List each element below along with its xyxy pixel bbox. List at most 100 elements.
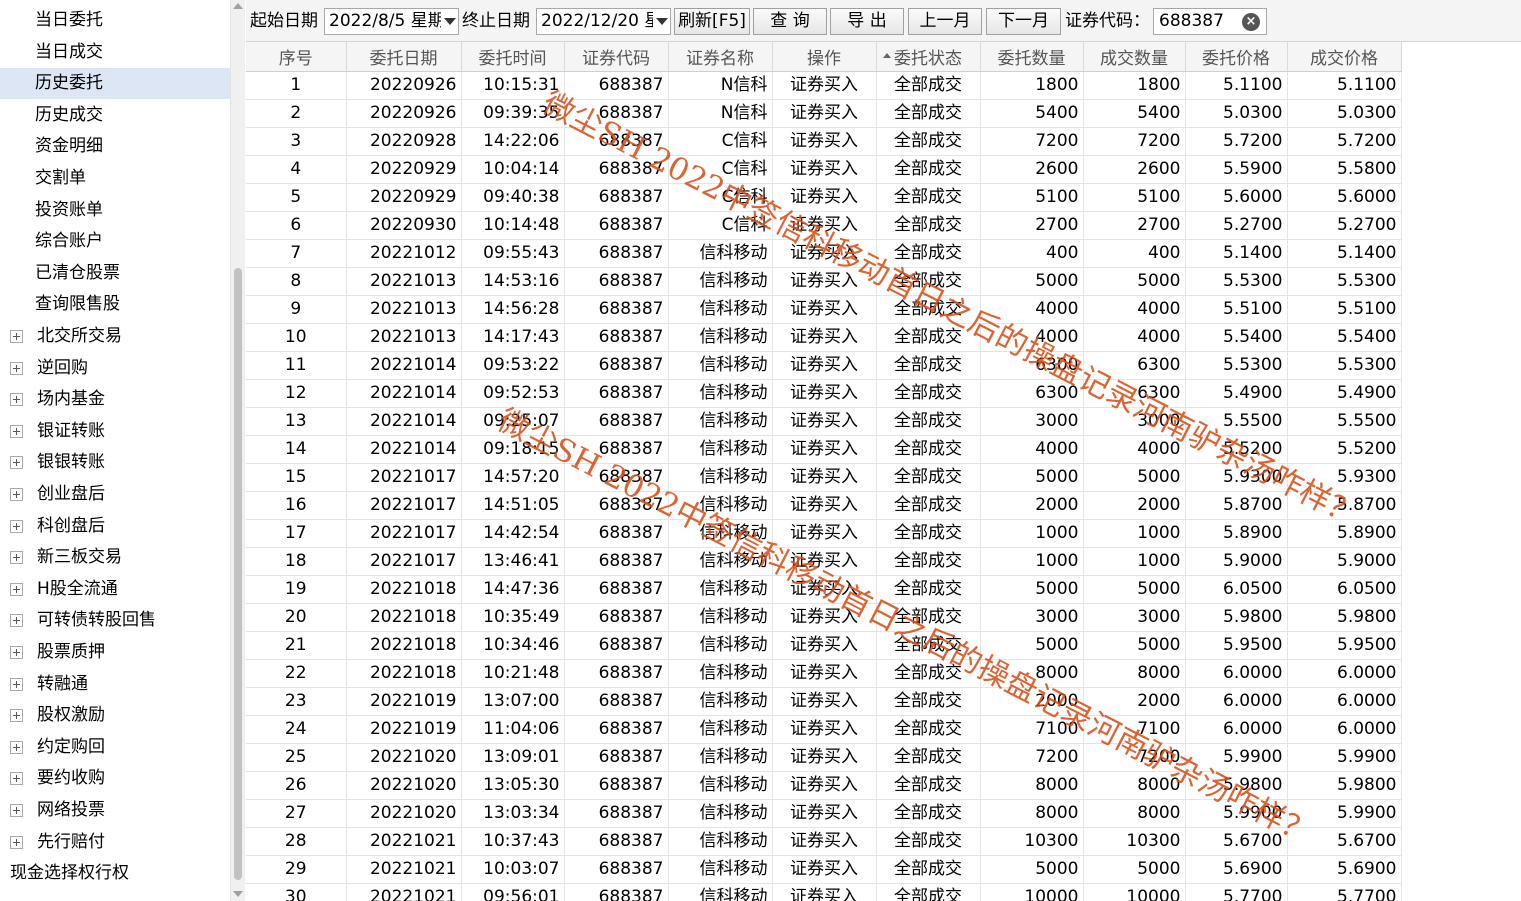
column-header[interactable]: 委托日期 [346,42,462,72]
table-row[interactable]: 15 20221017 14:57:20 688387 信科移动 证券买入 全部成交 5000… [246,463,1402,492]
expand-plus-icon[interactable] [10,677,23,691]
sidebar-item-investment-bill[interactable]: 投资账单 [0,195,230,226]
column-header[interactable]: 操作 [772,42,877,72]
table-row[interactable]: 19 20221018 14:47:36 688387 信科移动 证券买入 全部成交 5000… [246,575,1402,604]
expand-plus-icon[interactable] [10,804,23,817]
expand-plus-icon[interactable] [10,488,23,501]
table-row[interactable]: 20 20221018 10:35:49 688387 信科移动 证券买入 全部成交 3000… [246,603,1402,632]
column-header[interactable]: 成交价格 [1287,42,1402,72]
table-row[interactable]: 7 20221012 09:55:43 688387 信科移动 证券买入 全部成交 400 40… [246,239,1402,268]
expand-plus-icon[interactable] [10,740,23,754]
sidebar-item-history-orders[interactable]: 历史委托 [0,68,230,100]
clear-icon[interactable]: × [1242,13,1260,31]
table-row[interactable]: 10 20221013 14:17:43 688387 信科移动 证券买入 全部成交 4000… [246,323,1402,352]
sidebar-item-restricted-shares[interactable]: 查询限售股 [0,289,230,320]
sidebar-group-refinancing[interactable]: 转融通 [0,669,230,700]
expand-plus-icon[interactable] [10,709,23,723]
sidebar-group-advance-compensation[interactable]: 先行赔付 [0,827,230,858]
sidebar-group-bank-securities[interactable]: 银证转账 [0,416,230,447]
expand-plus-icon[interactable] [10,582,23,596]
sidebar-item-fund-details[interactable]: 资金明细 [0,131,230,162]
sidebar-group-exchange-fund[interactable]: 场内基金 [0,384,230,415]
export-button[interactable]: 导 出 [830,8,904,35]
expand-plus-icon[interactable] [10,835,23,849]
table-row[interactable]: 11 20221014 09:53:22 688387 信科移动 证券买入 全部成交 6300… [246,351,1402,380]
table-row[interactable]: 25 20221020 13:09:01 688387 信科移动 证券买入 全部成交 7200… [246,743,1402,772]
expand-plus-icon[interactable] [10,424,23,438]
chevron-down-icon[interactable] [441,9,458,34]
expand-plus-icon[interactable] [10,361,23,375]
table-row[interactable]: 13 20221014 09:25:07 688387 信科移动 证券买入 全部成交 3000… [246,407,1402,436]
table-row[interactable]: 9 20221013 14:56:28 688387 信科移动 证券买入 全部成交 4000 4… [246,295,1402,324]
sidebar-group-neeq[interactable]: 新三板交易 [0,542,230,573]
table-row[interactable]: 30 20221021 09:56:01 688387 信科移动 证券买入 全部成交 1000… [246,883,1402,901]
prev-month-button[interactable]: 上一月 [908,8,982,35]
table-row[interactable]: 12 20221014 09:52:53 688387 信科移动 证券买入 全部成交 6300… [246,379,1402,408]
expand-plus-icon[interactable] [10,614,23,628]
expand-plus-icon[interactable] [10,393,23,407]
column-header[interactable]: 证券代码 [564,42,669,72]
sidebar-group-pledge[interactable]: 股票质押 [0,637,230,668]
sidebar-item-today-orders[interactable]: 当日委托 [0,5,230,36]
table-row[interactable]: 24 20221019 11:04:06 688387 信科移动 证券买入 全部成交 7100… [246,715,1402,744]
table-row[interactable]: 5 20220929 09:40:38 688387 C信科 证券买入 全部成交 5100 51… [246,183,1402,212]
sidebar-group-reverse-repo[interactable]: 逆回购 [0,353,230,384]
table-row[interactable]: 22 20221018 10:21:48 688387 信科移动 证券买入 全部成交 8000… [246,659,1402,688]
table-row[interactable]: 28 20221021 10:37:43 688387 信科移动 证券买入 全部成交 1030… [246,827,1402,856]
expand-plus-icon[interactable] [10,456,23,470]
table-row[interactable]: 18 20221017 13:46:41 688387 信科移动 证券买入 全部成交 1000… [246,547,1402,576]
sidebar-group-convertible[interactable]: 可转债转股回售 [0,605,230,636]
expand-plus-icon[interactable] [10,646,23,659]
table-row[interactable]: 26 20221020 13:05:30 688387 信科移动 证券买入 全部成交 8000… [246,771,1402,800]
scrollbar-thumb[interactable] [234,268,242,880]
sidebar-item-today-trades[interactable]: 当日成交 [0,37,230,68]
sidebar-group-h-share[interactable]: H股全流通 [0,574,230,605]
column-header[interactable]: 序号 [246,42,347,72]
query-button[interactable]: 查 询 [753,8,827,35]
table-row[interactable]: 8 20221013 14:53:16 688387 信科移动 证券买入 全部成交 5000 5… [246,267,1402,296]
table-row[interactable]: 6 20220930 10:14:48 688387 C信科 证券买入 全部成交 2700 27… [246,211,1402,240]
chevron-down-icon[interactable] [653,9,670,34]
table-row[interactable]: 16 20221017 14:51:05 688387 信科移动 证券买入 全部成交 2000… [246,491,1402,520]
sidebar-group-bank-bank[interactable]: 银银转账 [0,447,230,478]
column-header[interactable]: 委托状态 [876,42,981,72]
column-header[interactable]: 委托价格 [1185,42,1288,72]
scroll-up-arrow-icon[interactable] [233,3,243,9]
column-header[interactable]: 成交数量 [1083,42,1186,72]
table-row[interactable]: 27 20221020 13:03:34 688387 信科移动 证券买入 全部成交 8000… [246,799,1402,828]
scroll-down-arrow-icon[interactable] [233,891,243,897]
start-date-picker[interactable]: 2022/8/5 星期五 [324,8,459,35]
sidebar-group-equity-incentive[interactable]: 股权激励 [0,700,230,731]
sidebar-item-cleared-stocks[interactable]: 已清仓股票 [0,258,230,289]
expand-plus-icon[interactable] [10,519,23,533]
sidebar-group-tender-offer[interactable]: 要约收购 [0,763,230,794]
sidebar-group-agreed-repurchase[interactable]: 约定购回 [0,732,230,763]
expand-plus-icon[interactable] [10,330,23,343]
next-month-button[interactable]: 下一月 [986,8,1061,35]
expand-plus-icon[interactable] [10,551,23,565]
table-row[interactable]: 4 20220929 10:04:14 688387 C信科 证券买入 全部成交 2600 26… [246,155,1402,184]
end-date-picker[interactable]: 2022/12/20 星期二 [536,8,671,35]
table-row[interactable]: 23 20221019 13:07:00 688387 信科移动 证券买入 全部成交 2000… [246,687,1402,716]
expand-plus-icon[interactable] [10,772,23,786]
table-row[interactable]: 2 20220926 09:39:35 688387 N信科 证券买入 全部成交 5400 54… [246,99,1402,128]
sidebar-item-delivery-slip[interactable]: 交割单 [0,163,230,194]
sidebar-group-gem-after[interactable]: 创业盘后 [0,479,230,510]
table-row[interactable]: 21 20221018 10:34:46 688387 信科移动 证券买入 全部成交 5000… [246,631,1402,660]
security-code-input[interactable]: 688387 × [1153,8,1267,35]
column-header[interactable]: 委托数量 [980,42,1084,72]
sidebar-group-online-voting[interactable]: 网络投票 [0,795,230,826]
column-header[interactable]: 委托时间 [461,42,565,72]
sidebar-item-history-trades[interactable]: 历史成交 [0,100,230,131]
refresh-button[interactable]: 刷新[F5] [674,8,750,35]
table-row[interactable]: 1 20220926 10:15:31 688387 N信科 证券买入 全部成交 1800 18… [246,71,1402,100]
table-row[interactable]: 17 20221017 14:42:54 688387 信科移动 证券买入 全部成交 1000… [246,519,1402,548]
table-row[interactable]: 29 20221021 10:03:07 688387 信科移动 证券买入 全部成交 5000… [246,855,1402,884]
sidebar-item-combined-account[interactable]: 综合账户 [0,226,230,257]
sidebar-group-bse[interactable]: 北交所交易 [0,321,230,352]
sidebar-item-cash-option[interactable]: 现金选择权行权 [0,858,230,889]
sidebar-group-star-after[interactable]: 科创盘后 [0,511,230,542]
table-row[interactable]: 14 20221014 09:18:15 688387 信科移动 证券买入 全部成交 4000… [246,435,1402,464]
sidebar-scrollbar[interactable] [230,0,245,901]
column-header[interactable]: 证券名称 [668,42,773,72]
